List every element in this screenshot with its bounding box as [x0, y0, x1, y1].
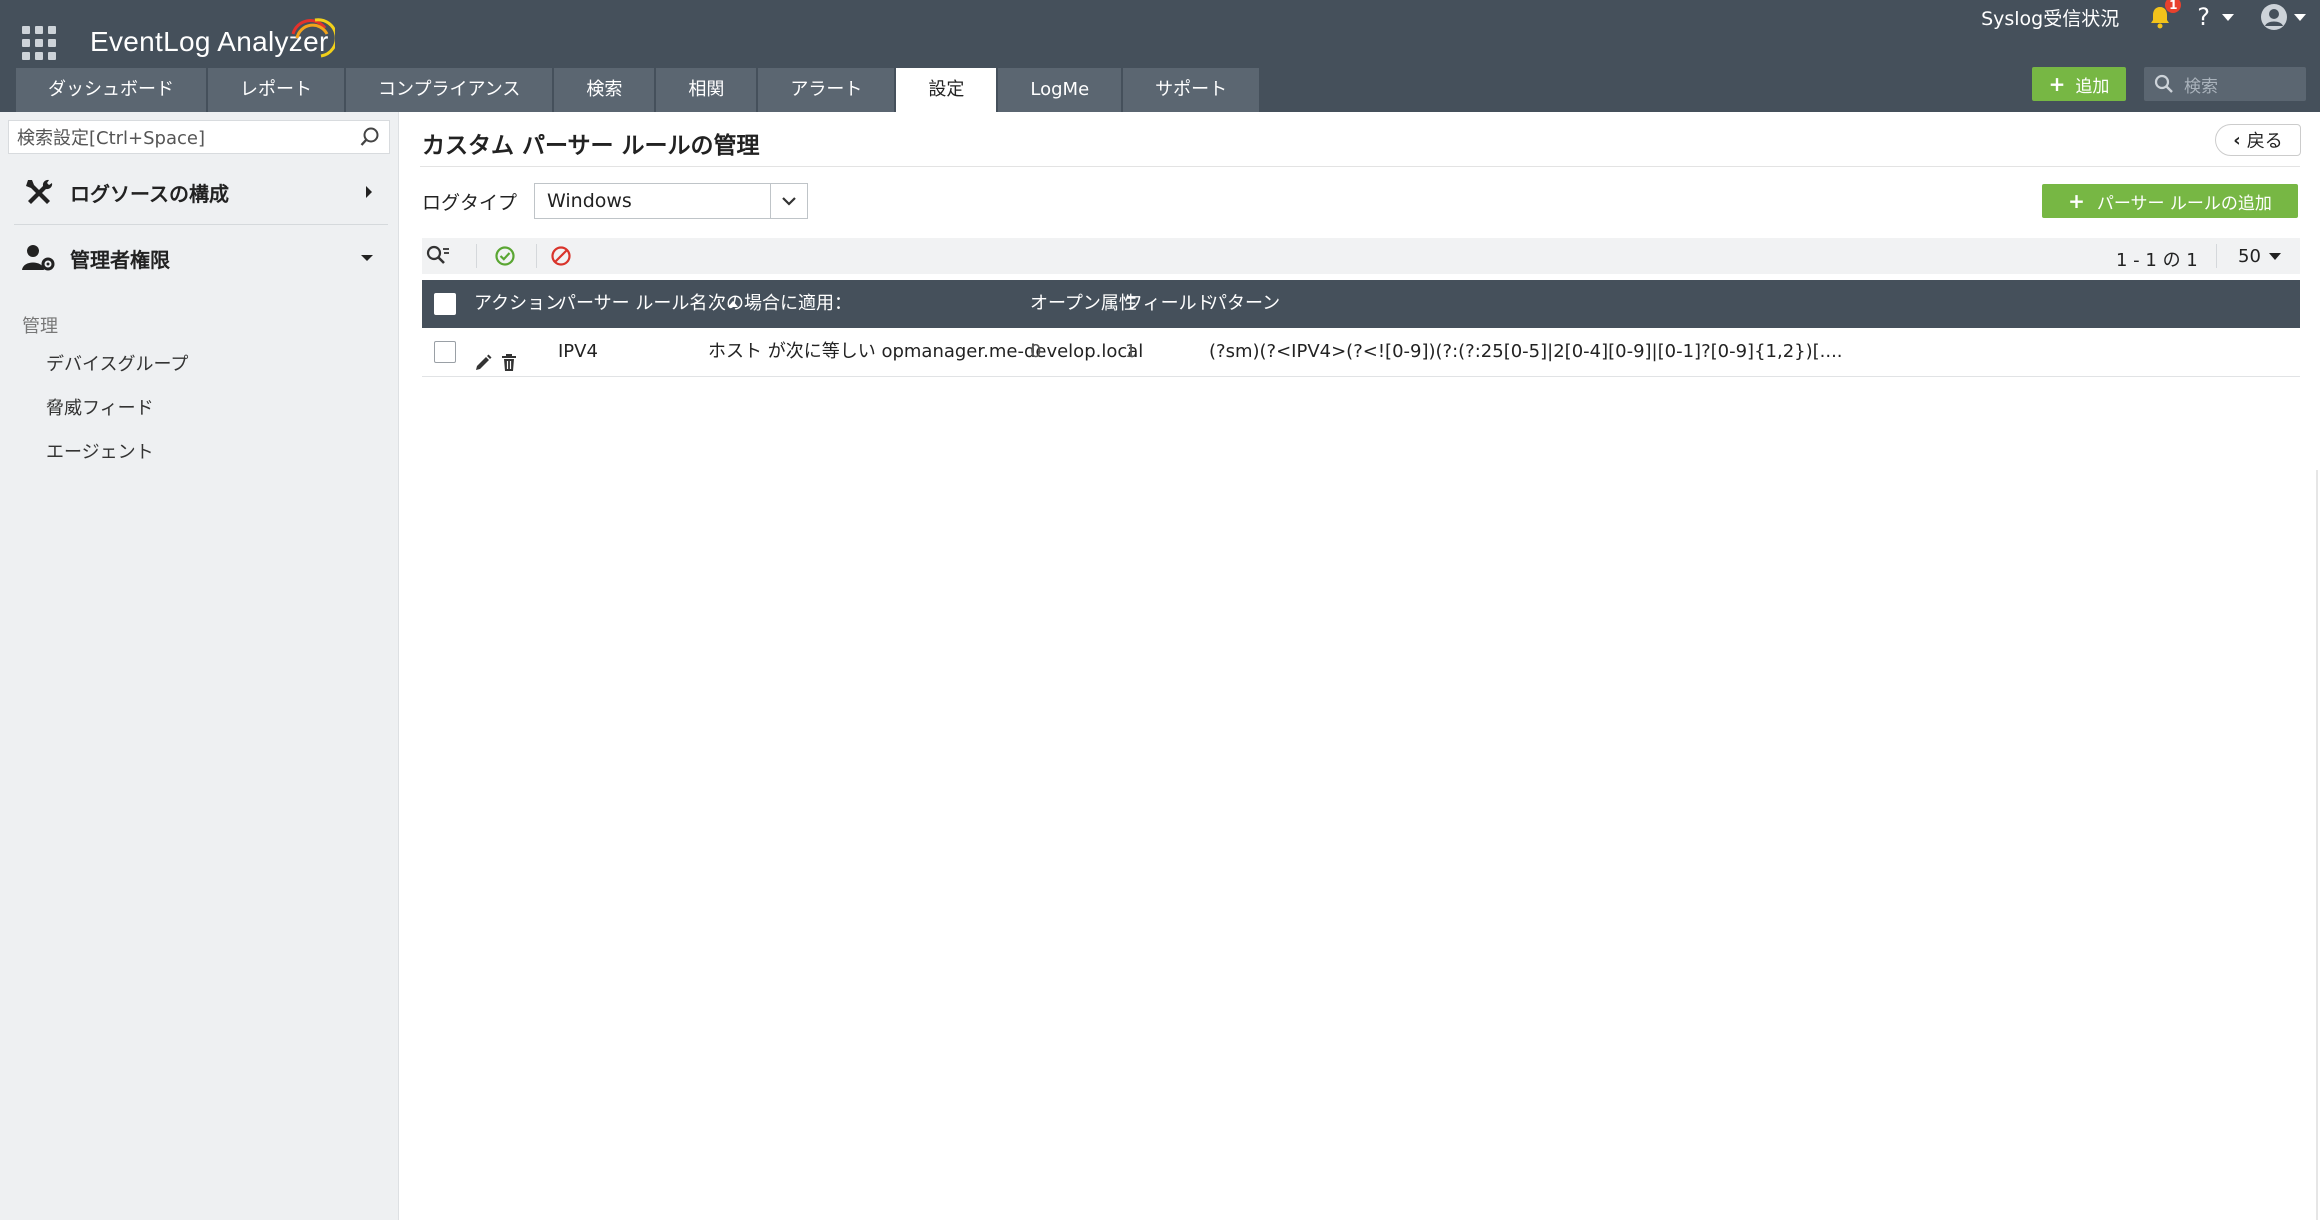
caret-down-icon: [2268, 253, 2281, 260]
back-button-label: 戻る: [2246, 131, 2283, 152]
page-scrollbar[interactable]: [2316, 470, 2318, 1220]
app-grid-icon[interactable]: [22, 26, 56, 60]
logtype-label: ログタイプ: [422, 192, 518, 214]
column-header-apply-condition: 次の場合に適用：: [708, 293, 852, 314]
column-header-open-attributes: オープン属性: [1030, 293, 1137, 314]
cell-fields: 1: [1125, 341, 1137, 362]
top-header: EventLog Analyzer Syslog受信状況 1 ? ダッシュボード…: [0, 0, 2320, 112]
plus-icon: +: [2068, 189, 2085, 213]
user-menu[interactable]: [2260, 3, 2306, 31]
logtype-select[interactable]: Windows: [534, 183, 808, 219]
help-icon: ?: [2197, 3, 2210, 31]
sidebar-section-log-source-config[interactable]: ログソースの構成: [0, 160, 398, 224]
select-all-checkbox[interactable]: [434, 293, 456, 315]
column-header-name-label: パーサー ルール名: [558, 293, 708, 314]
tab-correlation[interactable]: 相関: [656, 68, 757, 112]
global-search-input[interactable]: 検索: [2144, 67, 2306, 101]
settings-search-input[interactable]: 検索設定[Ctrl+Space]: [8, 120, 390, 154]
sidebar-divider: [14, 224, 388, 225]
tab-dashboard[interactable]: ダッシュボード: [16, 68, 206, 112]
cell-open-attributes: 0: [1030, 341, 1042, 362]
page-size-select[interactable]: 50: [2238, 246, 2281, 267]
user-gear-icon: [22, 243, 56, 273]
syslog-status-link[interactable]: Syslog受信状況: [1981, 4, 2119, 31]
sidebar-item-agents[interactable]: エージェント: [46, 438, 154, 464]
toolbar-separator: [476, 244, 477, 268]
column-header-action: アクション: [474, 293, 564, 314]
add-parser-rule-label: パーサー ルールの追加: [2096, 193, 2272, 214]
tools-icon: [22, 177, 56, 207]
search-icon: [2154, 74, 2173, 93]
help-menu[interactable]: ?: [2197, 3, 2234, 31]
main-nav-tabs: ダッシュボード レポート コンプライアンス 検索 相関 アラート 設定 LogM…: [16, 68, 1261, 112]
disable-icon[interactable]: [550, 245, 572, 267]
title-divider: [420, 166, 2300, 167]
cell-apply-condition: ホスト が次に等しい opmanager.me-develop.local: [708, 341, 1144, 362]
plus-icon: +: [2048, 72, 2066, 96]
toolbar-separator: [536, 244, 537, 268]
tab-alerts[interactable]: アラート: [758, 68, 895, 112]
tab-support[interactable]: サポート: [1123, 68, 1260, 112]
tab-compliance[interactable]: コンプライアンス: [346, 68, 553, 112]
search-filter-icon[interactable]: [426, 245, 450, 267]
settings-search-placeholder: 検索設定[Ctrl+Space]: [17, 128, 206, 149]
logtype-selected-value: Windows: [547, 190, 632, 212]
caret-down-icon: [2222, 13, 2234, 21]
edit-icon[interactable]: [474, 343, 492, 370]
sidebar-section-label: ログソースの構成: [70, 181, 229, 206]
logo-swoosh-icon: [291, 18, 335, 58]
tab-search[interactable]: 検索: [554, 68, 655, 112]
grid-toolbar: 1 - 1 の 1 50: [422, 238, 2300, 274]
global-search-placeholder: 検索: [2184, 76, 2218, 97]
delete-icon[interactable]: [501, 343, 517, 371]
add-button-label: 追加: [2075, 76, 2110, 97]
user-avatar-icon: [2261, 4, 2287, 30]
notification-badge: 1: [2165, 0, 2182, 13]
tab-settings[interactable]: 設定: [896, 68, 997, 112]
sidebar-section-label: 管理者権限: [70, 247, 170, 272]
page-size-value: 50: [2238, 246, 2261, 267]
chevron-left-icon: ‹: [2233, 129, 2241, 151]
sidebar-group-title: 管理: [22, 316, 58, 337]
header-utilities: Syslog受信状況 1 ?: [1981, 0, 2320, 34]
sidebar-section-admin-privileges[interactable]: 管理者権限: [0, 226, 398, 290]
cell-pattern: (?sm)(?<IPV4>(?<![0-9])(?:(?:25[0-5]|2[0…: [1209, 341, 1843, 362]
page-title: カスタム パーサー ルールの管理: [422, 133, 760, 159]
toolbar-separator: [2216, 244, 2217, 268]
chevron-right-icon: [366, 186, 372, 198]
sidebar-item-device-groups[interactable]: デバイスグループ: [46, 350, 188, 376]
pagination-info: 1 - 1 の 1: [2116, 250, 2198, 271]
settings-sidebar: 検索設定[Ctrl+Space] ログソースの構成 管理者権限 管理 デバイスグ…: [0, 112, 399, 1220]
caret-down-icon: [2294, 13, 2306, 21]
column-header-pattern: パターン: [1209, 293, 1281, 314]
add-button[interactable]: + 追加: [2032, 67, 2126, 101]
enable-icon[interactable]: [494, 245, 516, 267]
add-parser-rule-button[interactable]: + パーサー ルールの追加: [2042, 184, 2298, 218]
caret-down-icon: [361, 255, 373, 261]
back-button[interactable]: ‹ 戻る: [2215, 124, 2301, 156]
tab-logme[interactable]: LogMe: [998, 68, 1122, 112]
table-row[interactable]: IPV4 ホスト が次に等しい opmanager.me-develop.loc…: [422, 328, 2300, 377]
notifications-button[interactable]: 1: [2149, 0, 2182, 29]
chevron-down-icon: [770, 184, 807, 218]
row-checkbox[interactable]: [434, 341, 456, 363]
search-icon[interactable]: [359, 126, 381, 148]
column-header-fields: フィールド: [1125, 293, 1215, 314]
cell-rule-name: IPV4: [558, 341, 598, 362]
brand-logo[interactable]: EventLog Analyzer: [90, 18, 335, 62]
tab-reports[interactable]: レポート: [208, 68, 344, 112]
sidebar-item-threat-feeds[interactable]: 脅威フィード: [46, 394, 154, 420]
table-header: アクション パーサー ルール名 次の場合に適用： オープン属性 フィールド パタ…: [422, 280, 2300, 328]
